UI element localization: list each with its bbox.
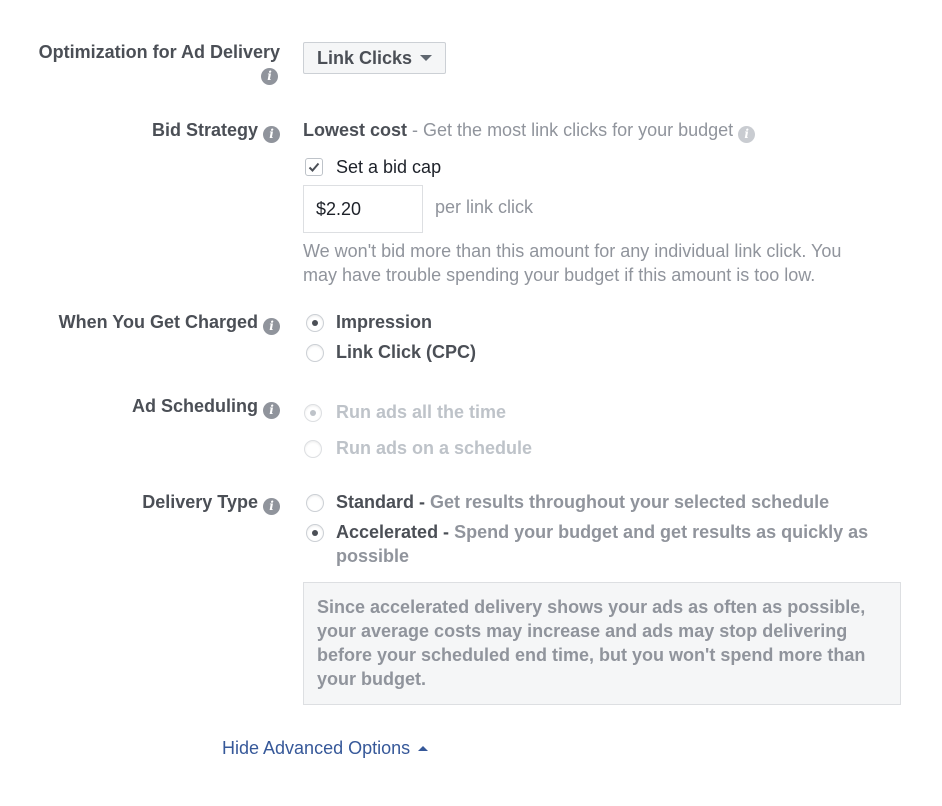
chevron-up-icon: [418, 746, 429, 751]
bid-cap-help-line-1: We won't bid more than this amount for a…: [303, 241, 842, 261]
option-run-schedule-label: Run ads on a schedule: [336, 438, 533, 458]
checkmark-icon: [308, 162, 320, 172]
bid-strategy-value: Lowest cost - Get the most link clicks f…: [303, 118, 756, 143]
bid-cap-input[interactable]: [303, 185, 423, 233]
bid-cap-checkbox[interactable]: [305, 158, 323, 176]
delivery-type-label: Delivery Type i: [142, 491, 280, 515]
radio-accelerated[interactable]: [306, 524, 324, 542]
info-icon[interactable]: i: [263, 318, 280, 335]
accelerated-notice: Since accelerated delivery shows your ad…: [303, 582, 901, 705]
bid-cap-label: Set a bid cap: [336, 157, 442, 177]
bid-strategy-label: Bid Strategy i: [152, 119, 280, 143]
bid-cap-help-line-2: may have trouble spending your budget if…: [303, 265, 816, 285]
strategy-name: Lowest cost: [303, 120, 408, 140]
charged-label: When You Get Charged i: [59, 311, 280, 335]
bid-cap-unit: per link click: [435, 197, 534, 217]
optimization-label: Optimization for Ad Delivery: [38, 42, 280, 62]
dropdown-value: Link Clicks: [317, 48, 413, 68]
info-icon[interactable]: i: [261, 68, 278, 85]
option-accelerated-desc-cont: possible: [336, 546, 410, 566]
radio-standard[interactable]: [306, 494, 324, 512]
option-accelerated: Accelerated - Spend your budget and get …: [336, 522, 869, 542]
optimization-dropdown[interactable]: Link Clicks: [303, 42, 447, 74]
radio-impression[interactable]: [306, 314, 324, 332]
option-standard: Standard - Get results throughout your s…: [336, 492, 830, 512]
info-icon[interactable]: i: [263, 498, 280, 515]
info-icon[interactable]: i: [263, 126, 280, 143]
hide-advanced-options-link[interactable]: Hide Advanced Options: [222, 736, 429, 760]
radio-link-click[interactable]: [306, 344, 324, 362]
chevron-down-icon: [420, 55, 433, 61]
option-link-click-label: Link Click (CPC): [336, 342, 477, 362]
info-icon[interactable]: i: [263, 402, 280, 419]
scheduling-label: Ad Scheduling i: [132, 395, 280, 419]
radio-run-schedule[interactable]: [304, 440, 322, 458]
info-icon[interactable]: i: [738, 126, 756, 143]
option-run-all-time-label: Run ads all the time: [336, 402, 507, 422]
strategy-desc: - Get the most link clicks for your budg…: [407, 120, 734, 140]
option-impression-label: Impression: [336, 312, 433, 332]
radio-run-all-time[interactable]: [304, 404, 322, 422]
